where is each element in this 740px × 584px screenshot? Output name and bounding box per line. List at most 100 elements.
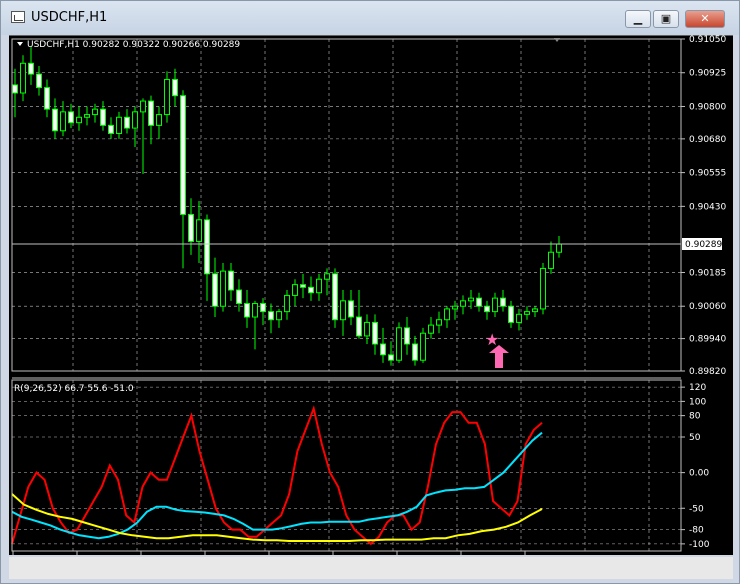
candle bbox=[204, 214, 210, 301]
price-tick-label: 0.89820 bbox=[689, 367, 726, 377]
cyan-series-line bbox=[11, 431, 543, 540]
price-tick-label: 0.90680 bbox=[689, 135, 726, 145]
indicator-tick-label: 0.00 bbox=[689, 469, 709, 479]
candle bbox=[364, 314, 370, 345]
candle bbox=[524, 306, 530, 320]
minimize-button[interactable]: ▁ bbox=[625, 10, 651, 28]
window-title: USDCHF,H1 bbox=[31, 10, 108, 25]
candle bbox=[188, 198, 194, 255]
red-series-line bbox=[11, 405, 543, 546]
price-tick-label: 0.90800 bbox=[689, 102, 726, 112]
shift-marker-icon[interactable] bbox=[554, 38, 560, 42]
candle bbox=[396, 322, 402, 363]
candle bbox=[476, 292, 482, 312]
indicator-tick-label: 50 bbox=[689, 433, 701, 443]
candle bbox=[372, 314, 378, 355]
current-price-label: 0.90289 bbox=[685, 240, 722, 250]
candle bbox=[492, 292, 498, 318]
price-tick-label: 0.90185 bbox=[689, 268, 726, 278]
candle bbox=[332, 268, 338, 328]
symbol-ohlc-line: USDCHF,H1 0.90282 0.90322 0.90266 0.9028… bbox=[27, 40, 240, 50]
candle bbox=[108, 117, 114, 139]
title-bar[interactable]: USDCHF,H1 ▁ ▣ ✕ bbox=[1, 1, 739, 35]
price-tick-label: 0.90060 bbox=[689, 302, 726, 312]
candle bbox=[148, 95, 154, 145]
candle bbox=[484, 300, 490, 320]
candle bbox=[84, 106, 90, 126]
candle bbox=[356, 290, 362, 339]
candle bbox=[116, 111, 122, 139]
horizontal-scrollbar[interactable] bbox=[9, 557, 733, 579]
indicator-label: R(9,26,52) 66.7 55.6 -51.0 bbox=[14, 384, 134, 394]
candle bbox=[404, 317, 410, 355]
chart-window: USDCHF,H1 ▁ ▣ ✕ 0.91050 0.90925 0.90800 0.9… bbox=[0, 0, 740, 584]
candle bbox=[20, 55, 26, 102]
candle bbox=[244, 290, 250, 328]
star-icon: ★ bbox=[485, 330, 499, 349]
candle bbox=[460, 295, 466, 315]
candle bbox=[444, 306, 450, 328]
candle bbox=[76, 106, 82, 131]
candle bbox=[164, 71, 170, 123]
candle bbox=[508, 300, 514, 328]
candle bbox=[380, 327, 386, 363]
candle bbox=[220, 263, 226, 312]
candle bbox=[300, 273, 306, 299]
candle bbox=[212, 257, 218, 318]
candle bbox=[156, 106, 162, 139]
indicator-tick-label: -50 bbox=[689, 504, 704, 514]
candle bbox=[276, 308, 282, 328]
price-tick-label: 0.89940 bbox=[689, 335, 726, 345]
candle bbox=[308, 276, 314, 301]
close-icon: ✕ bbox=[700, 12, 710, 25]
candle bbox=[420, 327, 426, 363]
candle bbox=[124, 109, 130, 134]
maximize-button[interactable]: ▣ bbox=[653, 10, 679, 28]
chart-window-icon bbox=[11, 11, 25, 23]
price-pane-frame bbox=[11, 38, 682, 372]
candle bbox=[292, 279, 298, 307]
close-button[interactable]: ✕ bbox=[685, 10, 725, 28]
candle bbox=[316, 273, 322, 301]
candle bbox=[436, 311, 442, 334]
candle bbox=[500, 290, 506, 312]
candle bbox=[172, 68, 178, 107]
price-tick-label: 0.90430 bbox=[689, 202, 726, 212]
price-tick-label: 0.91050 bbox=[689, 35, 726, 45]
indicator-tick-label: 100 bbox=[689, 397, 706, 407]
candle bbox=[100, 101, 106, 131]
indicator-pane-frame bbox=[11, 379, 682, 552]
candle bbox=[36, 65, 42, 96]
indicator-tick-label: -80 bbox=[689, 526, 704, 536]
candle bbox=[428, 317, 434, 339]
candle bbox=[348, 290, 354, 326]
yellow-series-line bbox=[11, 493, 543, 542]
candle bbox=[540, 263, 546, 315]
candle bbox=[236, 279, 242, 312]
candle bbox=[180, 90, 186, 269]
candle bbox=[252, 300, 258, 350]
indicator-tick-label: 120 bbox=[689, 383, 706, 393]
candle bbox=[268, 303, 274, 334]
candle bbox=[52, 98, 58, 139]
indicator-tick-label: 80 bbox=[689, 412, 701, 422]
candle bbox=[556, 236, 562, 258]
candle bbox=[228, 263, 234, 301]
minimize-icon: ▁ bbox=[633, 12, 643, 25]
candle bbox=[532, 306, 538, 318]
chart-area[interactable]: 0.91050 0.90925 0.90800 0.90680 0.90555 0.904… bbox=[9, 34, 733, 569]
candle bbox=[196, 200, 202, 264]
price-tick-label: 0.90925 bbox=[689, 69, 726, 79]
candle bbox=[340, 290, 346, 336]
maximize-icon: ▣ bbox=[660, 12, 672, 25]
candle bbox=[28, 47, 34, 85]
candle bbox=[44, 79, 50, 118]
candle bbox=[132, 106, 138, 147]
candle bbox=[12, 68, 18, 118]
dropdown-triangle-icon[interactable] bbox=[17, 42, 23, 46]
price-tick-label: 0.90555 bbox=[689, 169, 726, 179]
candle bbox=[412, 335, 418, 366]
chart-svg: 0.91050 0.90925 0.90800 0.90680 0.90555 0.904… bbox=[9, 34, 733, 569]
candle bbox=[548, 241, 554, 274]
candle bbox=[284, 290, 290, 320]
